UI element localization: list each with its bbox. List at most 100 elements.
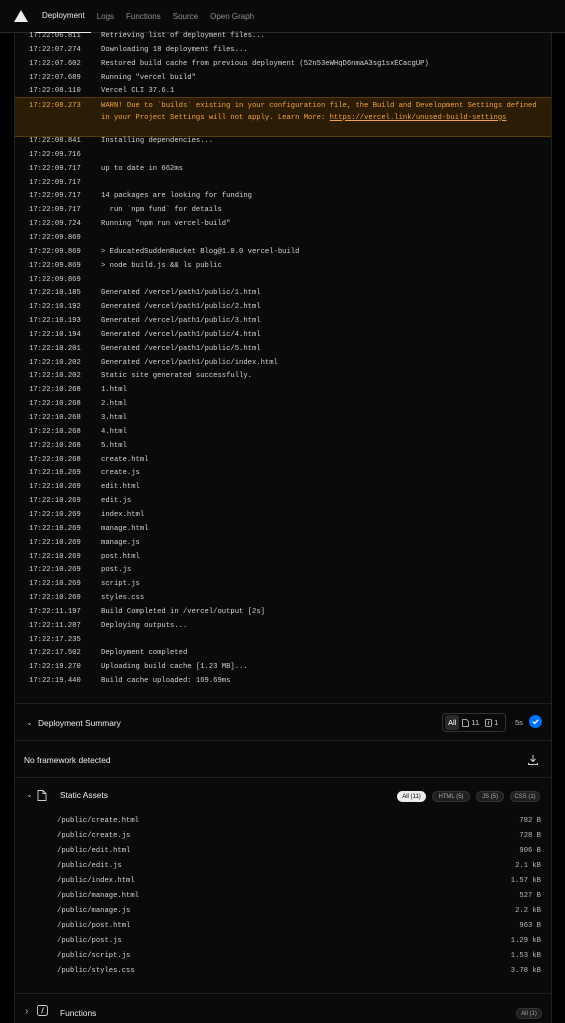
log-message: Deploying outputs... [101,621,188,630]
asset-row[interactable]: /public/manage.html 527 B [15,889,551,904]
asset-row[interactable]: /public/script.js 1.53 kB [15,949,551,964]
log-timestamp: 17:22:11.197 [29,607,81,616]
log-message: Static site generated successfully. [101,372,252,381]
log-message: post.js [101,566,132,575]
build-log: 17:22:08.273 WARN! Due to `builds` exist… [15,32,551,701]
log-timestamp: 17:22:10.201 [29,344,81,353]
log-timestamp: 17:22:08.841 [29,137,81,145]
filter-all-button[interactable]: All [445,715,460,730]
pill-html[interactable]: HTML (5) [432,791,470,802]
log-timestamp: 17:22:09.717 [29,178,81,187]
log-timestamp: 17:22:09.869 [29,247,81,256]
vercel-logo-icon[interactable] [14,10,28,22]
log-timestamp: 17:22:09.724 [29,220,81,229]
log-message: Build Completed in /vercel/output [2s] [101,607,265,616]
log-timestamp: 17:22:10.269 [29,580,81,589]
log-message: Generated /vercel/path1/public/4.html [101,330,261,339]
asset-row[interactable]: /public/create.js 728 B [15,829,551,844]
asset-row[interactable]: /public/manage.js 2.2 kB [15,904,551,919]
warning-log-line: 17:22:08.273 WARN! Due to `builds` exist… [15,97,551,137]
function-count: 1 [494,718,499,727]
asset-path: /public/edit.html [57,847,131,855]
log-message: Generated /vercel/path1/public/2.html [101,303,261,312]
log-message: Generated /vercel/path1/public/3.html [101,317,261,326]
log-timestamp: 17:22:10.269 [29,552,81,561]
log-message: Uploading build cache [1.23 MB]... [101,663,248,672]
function-icon [485,718,493,727]
log-timestamp: 17:22:10.268 [29,441,81,450]
log-timestamp: 17:22:17.502 [29,649,81,658]
functions-title: Functions [60,1008,97,1018]
unused-build-settings-link[interactable]: https://vercel.link/unused-build-setting… [330,114,507,122]
log-timestamp: 17:22:07.689 [29,73,81,82]
log-message: Running "npm run vercel-build" [101,220,231,229]
log-timestamp: 17:22:09.869 [29,233,81,242]
asset-path: /public/index.html [57,877,135,885]
log-message: > node build.js && ls public [101,261,222,270]
chevron-right-icon: › [25,1006,29,1017]
filter-static-button[interactable]: 11 [459,715,482,730]
static-assets-header[interactable]: ⌄ Static Assets All (11) HTML (5) JS (5)… [15,778,551,808]
log-timestamp: 17:22:10.268 [29,455,81,464]
log-timestamp: 17:22:06.811 [29,32,81,40]
tab-open-graph[interactable]: Open Graph [204,0,260,33]
chevron-down-icon: ⌄ [26,790,33,799]
tab-logs[interactable]: Logs [91,0,120,33]
functions-header[interactable]: › Functions All (1) [15,993,551,1023]
asset-path: /public/create.html [57,817,139,825]
asset-row[interactable]: /public/create.html 782 B [15,814,551,829]
log-message: create.js [101,469,140,478]
asset-path: /public/manage.js [57,907,131,915]
tab-source[interactable]: Source [167,0,204,33]
asset-row[interactable]: /public/post.js 1.29 kB [15,934,551,949]
log-timestamp: 17:22:07.602 [29,59,81,68]
log-message: styles.css [101,594,145,603]
log-message: Build cache uploaded: 169.69ms [101,677,231,686]
log-message: Restored build cache from previous deplo… [101,59,429,68]
log-message: Vercel CLI 37.6.1 [101,87,175,96]
log-timestamp: 17:22:10.269 [29,524,81,533]
asset-row[interactable]: /public/styles.css 3.78 kB [15,964,551,979]
asset-path: /public/styles.css [57,967,135,975]
log-message: Running "vercel build" [101,73,196,82]
asset-path: /public/create.js [57,832,131,840]
filter-functions-button[interactable]: 1 [482,715,501,730]
download-icon[interactable] [527,754,539,766]
log-timestamp: 17:22:09.717 [29,164,81,173]
tab-functions[interactable]: Functions [120,0,167,33]
asset-path: /public/post.html [57,922,131,930]
log-message: Deployment completed [101,649,188,658]
asset-size: 1.53 kB [510,952,541,960]
log-timestamp: 17:22:10.269 [29,566,81,575]
asset-size: 963 B [519,922,541,930]
log-timestamp: 17:22:08.273 [29,102,81,110]
asset-row[interactable]: /public/post.html 963 B [15,919,551,934]
asset-row[interactable]: /public/index.html 1.57 kB [15,874,551,889]
deployment-summary-title: Deployment Summary [38,718,121,728]
file-icon [462,718,470,727]
log-timestamp: 17:22:10.269 [29,483,81,492]
pill-css[interactable]: CSS (1) [510,791,540,802]
asset-size: 1.29 kB [510,937,541,945]
tab-deployment[interactable]: Deployment [36,0,91,33]
pill-js[interactable]: JS (5) [476,791,504,802]
log-message: index.html [101,510,145,519]
log-message: Retrieving list of deployment files... [101,32,265,40]
deployment-panel: 17:22:08.273 WARN! Due to `builds` exist… [14,32,552,1023]
asset-row[interactable]: /public/edit.js 2.1 kB [15,859,551,874]
asset-size: 2.2 kB [515,907,541,915]
log-message: manage.html [101,524,149,533]
static-count: 11 [471,718,480,727]
log-message: 3.html [101,414,127,422]
log-timestamp: 17:22:10.269 [29,510,81,519]
asset-row[interactable]: /public/edit.html 906 B [15,844,551,859]
pill-all[interactable]: All (11) [397,791,426,802]
log-message: edit.js [101,497,132,506]
log-timestamp: 17:22:10.202 [29,372,81,381]
log-message: 2.html [101,400,127,409]
log-message: run `npm fund` for details [101,206,222,215]
deployment-summary-header[interactable]: ⌄ Deployment Summary All 11 1 5s [15,703,551,741]
log-timestamp: 17:22:10.185 [29,289,81,298]
log-timestamp: 17:22:10.268 [29,414,81,422]
functions-all-pill[interactable]: All (1) [516,1008,542,1019]
